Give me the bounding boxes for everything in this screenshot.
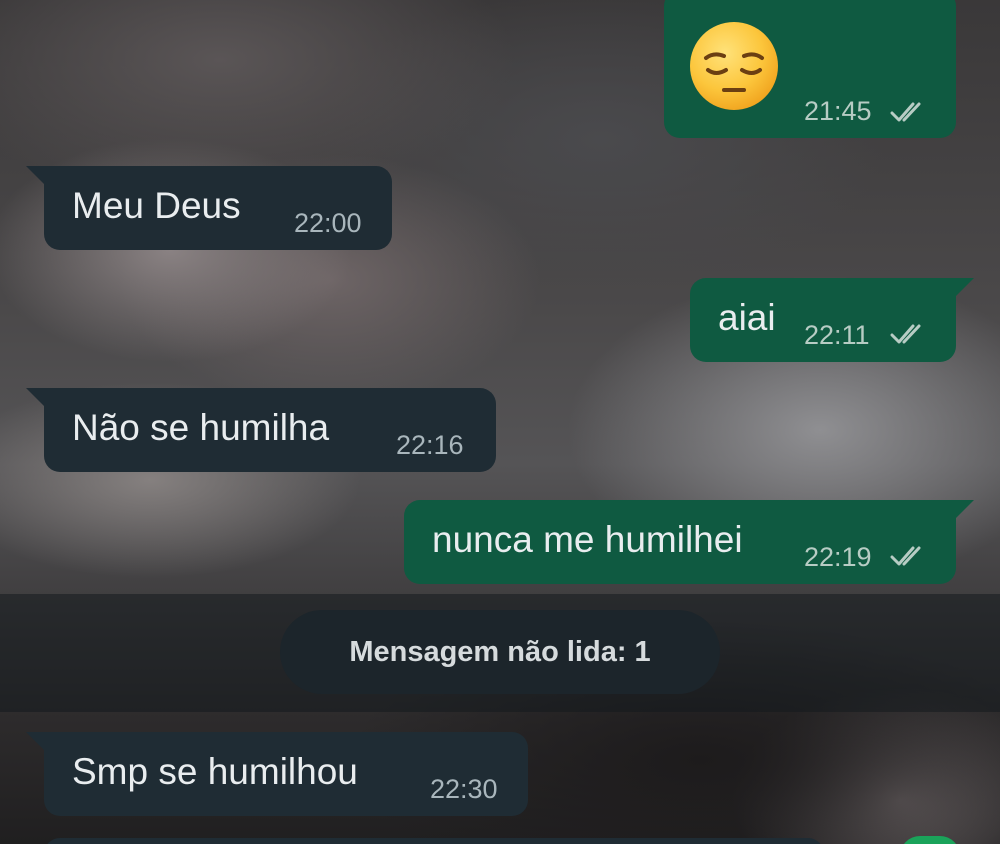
bubble-tail [956, 278, 974, 296]
message-text: Não se humilha [72, 407, 330, 448]
message-text: nunca me humilhei [432, 519, 743, 560]
message-list[interactable]: 21:45 Meu Deus 22:00 aiai 22:11 Não se h… [0, 0, 1000, 844]
double-check-icon [890, 324, 921, 344]
bubble-tail [956, 500, 974, 518]
message-time: 22:19 [804, 542, 872, 572]
message-time: 22:00 [294, 208, 362, 238]
unread-divider-label: Mensagem não lida: 1 [349, 635, 651, 668]
message-text: Smp se humilhou [72, 751, 358, 792]
partial-message-bubble[interactable] [44, 838, 824, 844]
message-time: 22:16 [396, 430, 464, 460]
incoming-message-bubble[interactable]: Smp se humilhou 22:30 [26, 732, 528, 816]
message-time: 21:45 [804, 96, 872, 126]
incoming-message-bubble[interactable]: Não se humilha 22:16 [26, 388, 496, 472]
unread-messages-divider: Mensagem não lida: 1 [280, 610, 720, 694]
outgoing-message-bubble[interactable]: aiai 22:11 [690, 278, 974, 362]
message-time: 22:30 [430, 774, 498, 804]
message-text: aiai [718, 297, 776, 338]
bubble-tail [26, 732, 44, 750]
message-time: 22:11 [804, 320, 870, 350]
partial-action-button[interactable] [900, 836, 960, 844]
bubble-tail [26, 388, 44, 406]
pensive-face-emoji [690, 22, 778, 110]
message-text: Meu Deus [72, 185, 241, 226]
outgoing-message-bubble[interactable]: 21:45 [664, 0, 956, 138]
incoming-message-bubble[interactable]: Meu Deus 22:00 [26, 166, 392, 250]
bubble-tail [26, 166, 44, 184]
chat-screen: 21:45 Meu Deus 22:00 aiai 22:11 Não se h… [0, 0, 1000, 844]
double-check-icon [890, 102, 921, 122]
outgoing-message-bubble[interactable]: nunca me humilhei 22:19 [404, 500, 974, 584]
double-check-icon [890, 546, 921, 566]
